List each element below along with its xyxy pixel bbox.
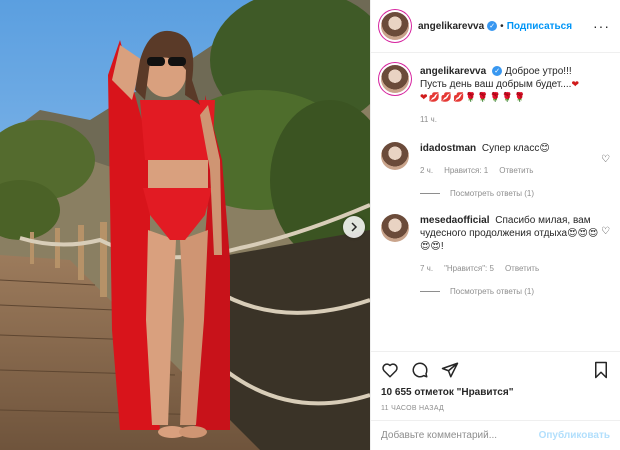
comment-meta: 2 ч. Нравится: 1 Ответить <box>420 164 600 177</box>
comment-item: mesedaofficial Спасибо милая, вам чудесн… <box>381 214 610 275</box>
instagram-post: angelikarevva ✓ • Подписаться ··· angeli… <box>0 0 620 450</box>
view-replies-button[interactable]: Посмотреть ответы (1) <box>420 287 610 296</box>
comment-item: idadostman Супер класс😊 2 ч. Нравится: 1… <box>381 142 610 177</box>
caption-body: angelikarevva ✓ Доброе утро!!! Пусть день… <box>420 65 600 126</box>
next-photo-button[interactable] <box>343 216 365 238</box>
caption-heart: ❤ <box>571 79 581 89</box>
comment-text: Супер класс😊 <box>481 143 550 154</box>
comments-list[interactable]: angelikarevva ✓ Доброе утро!!! Пусть день… <box>371 53 620 351</box>
caption-meta: 11 ч. <box>420 113 600 126</box>
caption-username[interactable]: angelikarevva <box>420 66 486 77</box>
comment-avatar[interactable] <box>381 214 409 242</box>
comment-username[interactable]: mesedaofficial <box>420 215 489 226</box>
more-options-button[interactable]: ··· <box>593 18 610 34</box>
action-icons <box>381 358 610 382</box>
replies-line <box>420 193 440 194</box>
caption-time[interactable]: 11 ч. <box>420 113 437 126</box>
caption-text-line1: Доброе утро!!! <box>504 66 572 77</box>
header-separator: • <box>500 20 504 32</box>
caption: angelikarevva ✓ Доброе утро!!! Пусть день… <box>381 65 610 126</box>
comment-body: mesedaofficial Спасибо милая, вам чудесн… <box>420 214 600 275</box>
photo-scene <box>0 0 370 450</box>
post-side-panel: angelikarevva ✓ • Подписаться ··· angeli… <box>370 0 620 450</box>
bookmark-icon[interactable] <box>592 361 610 379</box>
reply-button[interactable]: Ответить <box>505 262 539 275</box>
replies-line <box>420 291 440 292</box>
comment-like-icon[interactable]: ♡ <box>601 226 610 237</box>
comment-composer: Опубликовать <box>371 420 620 450</box>
caption-text-line2: Пусть день ваш добрым будет.... <box>420 79 572 90</box>
caption-avatar[interactable] <box>381 65 409 93</box>
share-icon[interactable] <box>441 361 459 379</box>
comment-time[interactable]: 7 ч. <box>420 262 433 275</box>
caption-emojis: ❤💋💋💋🌹🌹🌹🌹🌹 <box>420 92 527 102</box>
comment-body: idadostman Супер класс😊 2 ч. Нравится: 1… <box>420 142 600 177</box>
view-replies-label: Посмотреть ответы (1) <box>450 189 535 198</box>
comment-likes[interactable]: Нравится: 1 <box>444 164 488 177</box>
author-username[interactable]: angelikarevva <box>418 21 484 32</box>
verified-icon: ✓ <box>492 66 503 77</box>
author-avatar[interactable] <box>381 12 409 40</box>
publish-button[interactable]: Опубликовать <box>539 430 610 441</box>
verified-icon: ✓ <box>487 21 498 31</box>
post-photo[interactable] <box>0 0 370 450</box>
post-timestamp[interactable]: 11 ЧАСОВ НАЗАД <box>381 405 610 412</box>
comment-input[interactable] <box>381 430 539 441</box>
comment-meta: 7 ч. "Нравится": 5 Ответить <box>420 262 600 275</box>
post-header: angelikarevva ✓ • Подписаться ··· <box>371 0 620 53</box>
follow-button[interactable]: Подписаться <box>507 21 572 32</box>
reply-button[interactable]: Ответить <box>499 164 533 177</box>
view-replies-button[interactable]: Посмотреть ответы (1) <box>420 189 610 198</box>
post-actions: 10 655 отметок "Нравится" 11 ЧАСОВ НАЗАД <box>371 351 620 412</box>
comment-like-icon[interactable]: ♡ <box>601 154 610 165</box>
comment-avatar[interactable] <box>381 142 409 170</box>
comment-username[interactable]: idadostman <box>420 143 476 154</box>
heart-icon[interactable] <box>381 361 399 379</box>
likes-count[interactable]: 10 655 отметок "Нравится" <box>381 387 610 398</box>
comment-time[interactable]: 2 ч. <box>420 164 433 177</box>
view-replies-label: Посмотреть ответы (1) <box>450 287 535 296</box>
comment-icon[interactable] <box>411 361 429 379</box>
next-arrow-icon <box>351 222 358 232</box>
comment-likes[interactable]: "Нравится": 5 <box>444 262 494 275</box>
